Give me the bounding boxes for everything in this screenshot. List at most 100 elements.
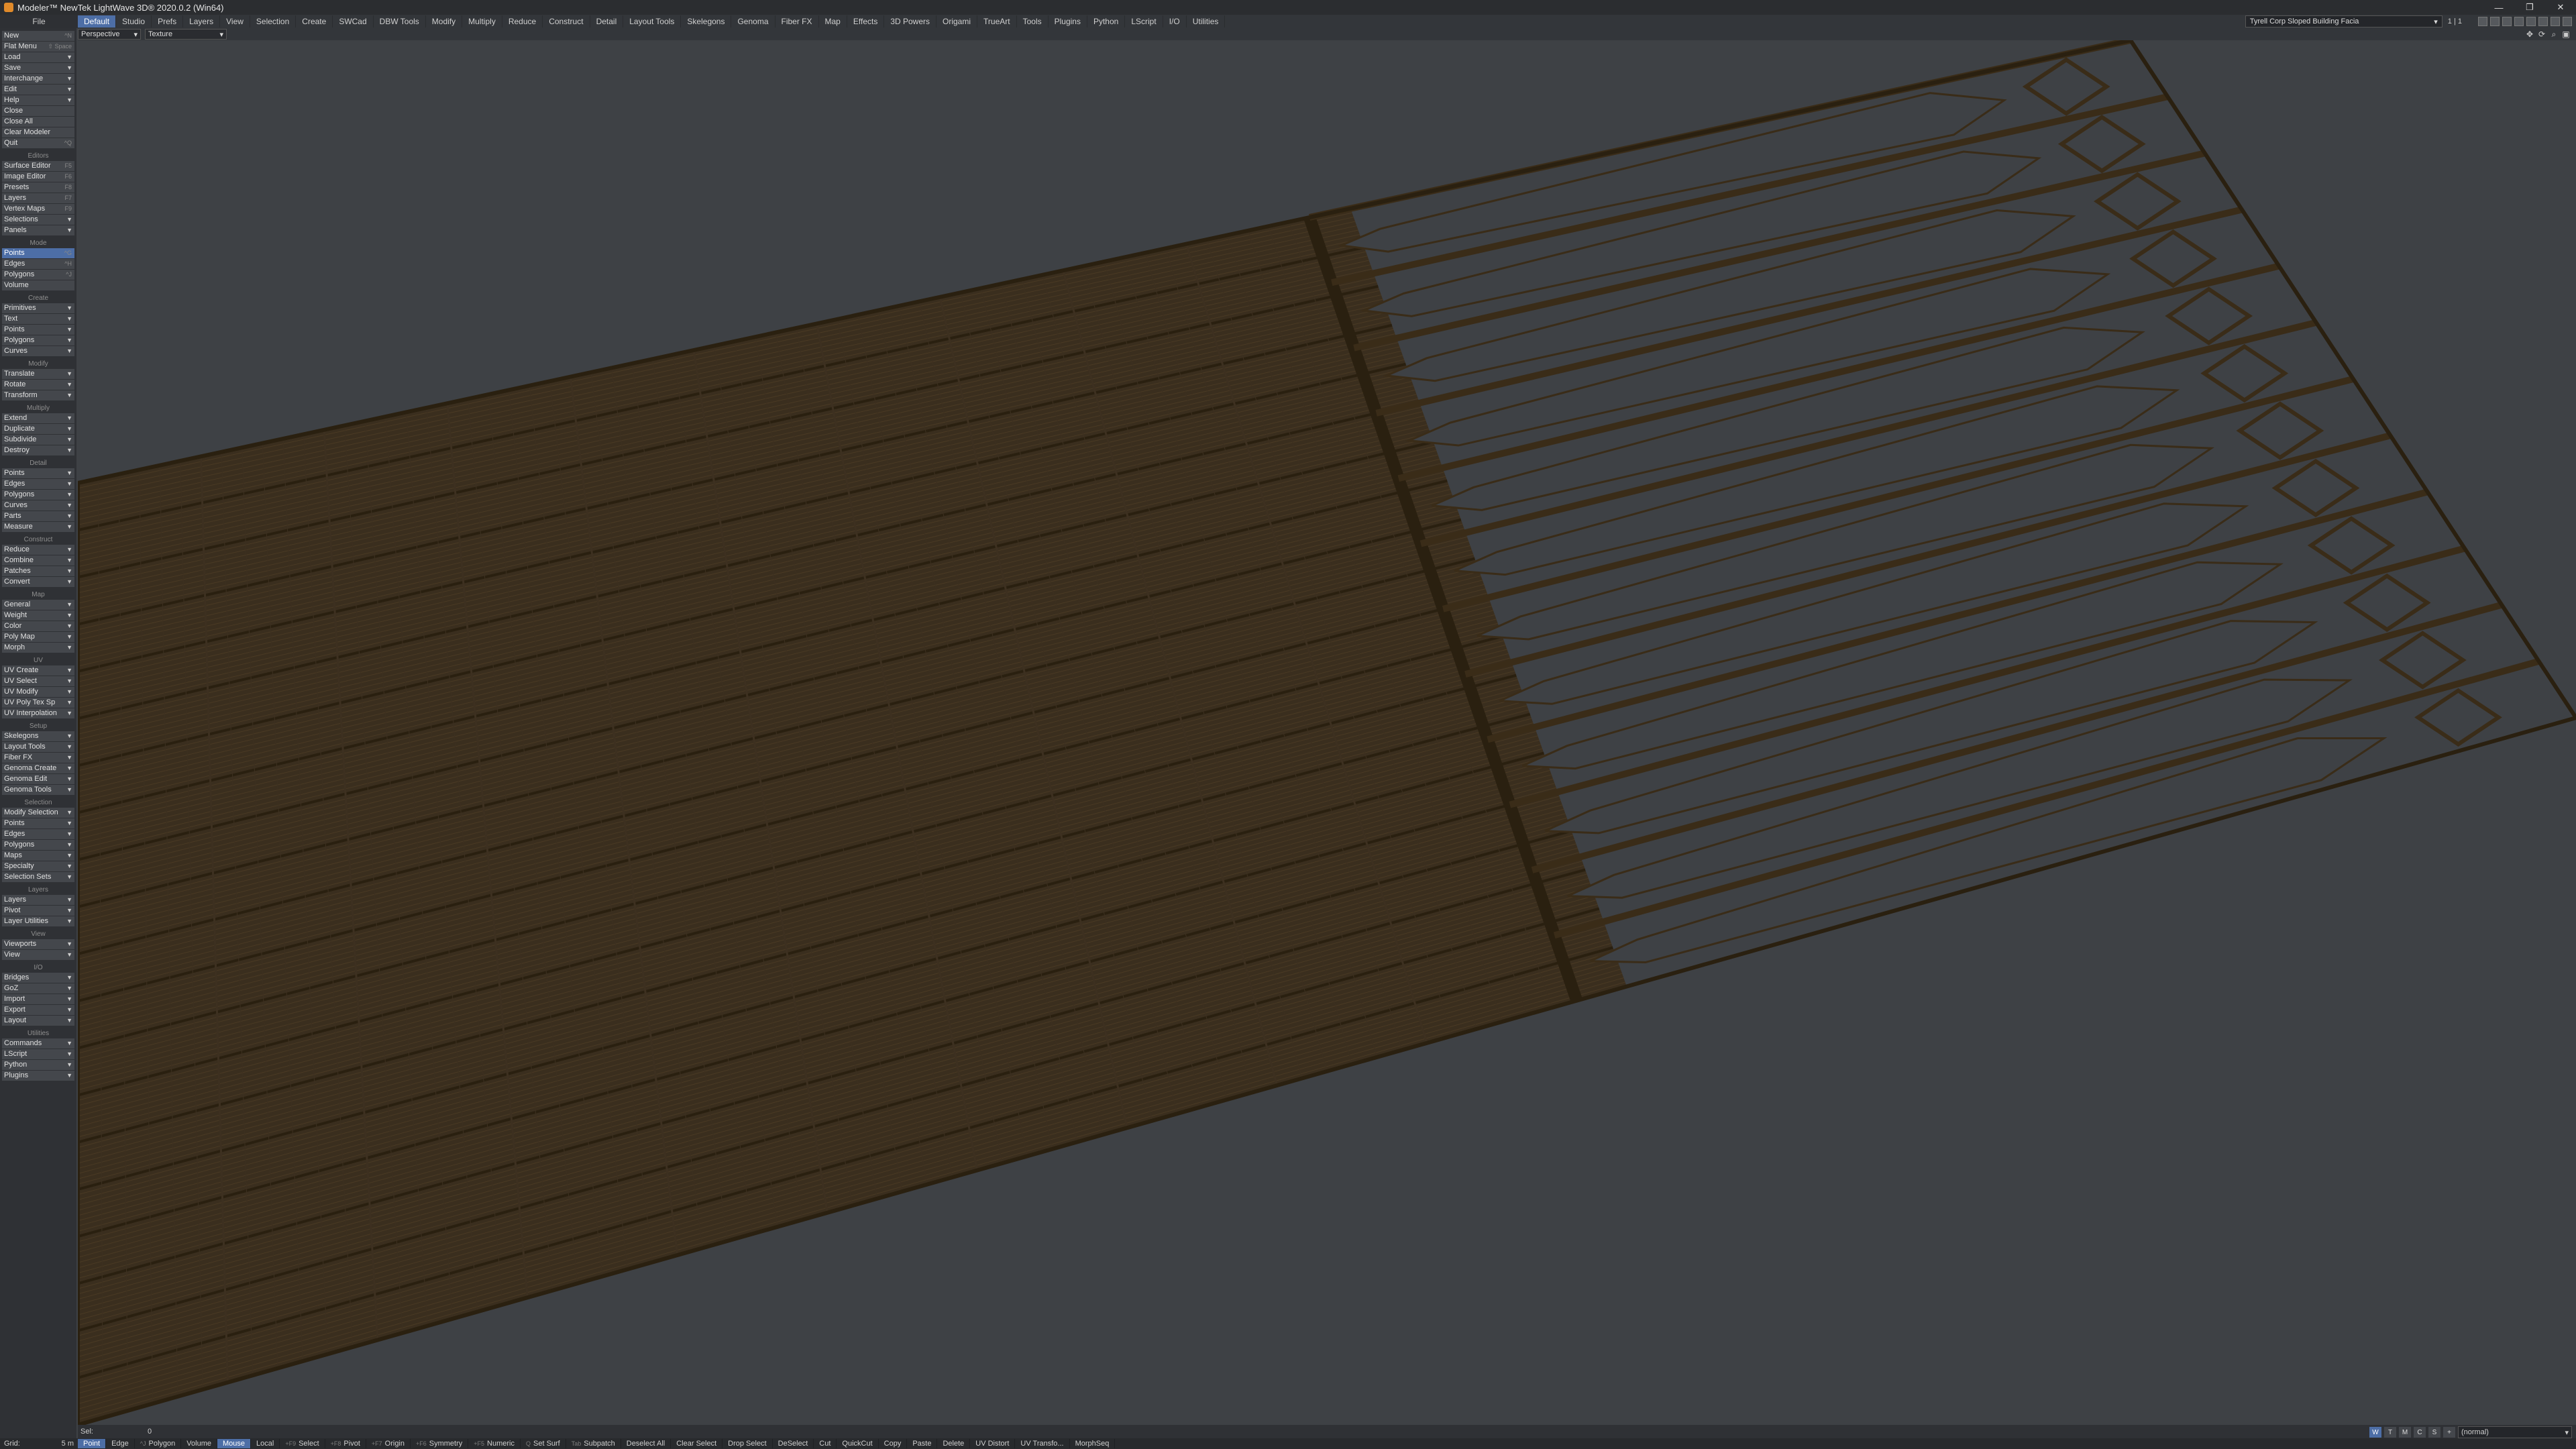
toolbar-item-layout-tools[interactable]: Layout Tools ▼	[2, 742, 74, 752]
tab-trueart[interactable]: TrueArt	[977, 15, 1017, 28]
toolbar-item-genoma-tools[interactable]: Genoma Tools ▼	[2, 785, 74, 795]
toolbar-item-points[interactable]: Points ▼	[2, 325, 74, 335]
tab-tools[interactable]: Tools	[1017, 15, 1049, 28]
deselect-button[interactable]: DeSelect	[773, 1439, 814, 1448]
tab-python[interactable]: Python	[1087, 15, 1126, 28]
toolbar-item-curves[interactable]: Curves ▼	[2, 500, 74, 511]
subpatch-button[interactable]: Tab Subpatch	[566, 1439, 621, 1448]
toolbar-item-edges[interactable]: Edges ^H	[2, 259, 74, 269]
texture-toggle[interactable]: T	[2384, 1427, 2396, 1438]
tab-plugins[interactable]: Plugins	[1049, 15, 1087, 28]
toolbar-item-polygons[interactable]: Polygons ▼	[2, 490, 74, 500]
toolbar-item-layers[interactable]: Layers ▼	[2, 895, 74, 905]
toolbar-item-uv-create[interactable]: UV Create ▼	[2, 665, 74, 676]
toolbar-item-close[interactable]: Close	[2, 106, 74, 116]
tab-multiply[interactable]: Multiply	[462, 15, 502, 28]
local-button[interactable]: Local	[251, 1439, 280, 1448]
toolbar-item-polygons[interactable]: Polygons ^J	[2, 270, 74, 280]
toolbar-item-translate[interactable]: Translate ▼	[2, 369, 74, 379]
toolbar-item-vertex-maps[interactable]: Vertex Maps F9	[2, 204, 74, 214]
tab-selection[interactable]: Selection	[250, 15, 297, 28]
tab-layout-tools[interactable]: Layout Tools	[623, 15, 682, 28]
toolbar-item-image-editor[interactable]: Image Editor F6	[2, 172, 74, 182]
layer-box[interactable]	[2526, 17, 2536, 26]
toolbar-item-points[interactable]: Points ▼	[2, 468, 74, 478]
toolbar-item-edges[interactable]: Edges ▼	[2, 829, 74, 839]
tab-prefs[interactable]: Prefs	[152, 15, 184, 28]
mouse-button[interactable]: Mouse	[217, 1439, 252, 1448]
layer-box[interactable]	[2490, 17, 2500, 26]
toolbar-item-uv-interpolation[interactable]: UV Interpolation ▼	[2, 708, 74, 718]
delete-button[interactable]: Delete	[937, 1439, 971, 1448]
tab-default[interactable]: Default	[78, 15, 117, 28]
tab-swcad[interactable]: SWCad	[333, 15, 374, 28]
rotate-icon[interactable]: ⟳	[2537, 30, 2546, 39]
numeric-button[interactable]: +F5 Numeric	[468, 1439, 521, 1448]
tab-detail[interactable]: Detail	[590, 15, 624, 28]
select-button[interactable]: +F9 Select	[280, 1439, 325, 1448]
toolbar-item-skelegons[interactable]: Skelegons ▼	[2, 731, 74, 741]
toolbar-item-surface-editor[interactable]: Surface Editor F5	[2, 161, 74, 171]
tab-studio[interactable]: Studio	[116, 15, 152, 28]
toolbar-item-uv-modify[interactable]: UV Modify ▼	[2, 687, 74, 697]
color-toggle[interactable]: C	[2414, 1427, 2426, 1438]
toolbar-item-polygons[interactable]: Polygons ▼	[2, 335, 74, 345]
toolbar-item-selection-sets[interactable]: Selection Sets ▼	[2, 872, 74, 882]
edge-button[interactable]: Edge	[106, 1439, 135, 1448]
toolbar-item-presets[interactable]: Presets F8	[2, 182, 74, 193]
toolbar-item-rotate[interactable]: Rotate ▼	[2, 380, 74, 390]
morphseq-button[interactable]: MorphSeq	[1070, 1439, 1116, 1448]
tab-lscript[interactable]: LScript	[1125, 15, 1163, 28]
layer-box[interactable]	[2514, 17, 2524, 26]
tab-effects[interactable]: Effects	[847, 15, 885, 28]
tab-create[interactable]: Create	[296, 15, 333, 28]
tab-modify[interactable]: Modify	[426, 15, 463, 28]
drop-select-button[interactable]: Drop Select	[722, 1439, 773, 1448]
perspective-viewport[interactable]	[78, 40, 2576, 1425]
toolbar-item-close-all[interactable]: Close All	[2, 117, 74, 127]
toolbar-item-curves[interactable]: Curves ▼	[2, 346, 74, 356]
tab-utilities[interactable]: Utilities	[1187, 15, 1226, 28]
toolbar-item-text[interactable]: Text ▼	[2, 314, 74, 324]
tab-3d-powers[interactable]: 3D Powers	[884, 15, 937, 28]
toolbar-item-poly-map[interactable]: Poly Map ▼	[2, 632, 74, 642]
toolbar-item-help[interactable]: Help ▼	[2, 95, 74, 105]
polygon-button[interactable]: ^J Polygon	[135, 1439, 182, 1448]
toolbar-item-flat-menu[interactable]: Flat Menu ⇧ Space	[2, 42, 74, 52]
toolbar-item-commands[interactable]: Commands ▼	[2, 1038, 74, 1049]
toolbar-item-uv-select[interactable]: UV Select ▼	[2, 676, 74, 686]
uv-distort-button[interactable]: UV Distort	[970, 1439, 1016, 1448]
tab-origami[interactable]: Origami	[936, 15, 978, 28]
minimize-button[interactable]: —	[2483, 0, 2514, 15]
toolbar-item-uv-poly-tex-sp[interactable]: UV Poly Tex Sp ▼	[2, 698, 74, 708]
toolbar-item-layout[interactable]: Layout ▼	[2, 1016, 74, 1026]
layer-box[interactable]	[2563, 17, 2572, 26]
toolbar-item-general[interactable]: General ▼	[2, 600, 74, 610]
toolbar-item-polygons[interactable]: Polygons ▼	[2, 840, 74, 850]
close-button[interactable]: ✕	[2545, 0, 2576, 15]
toolbar-item-destroy[interactable]: Destroy ▼	[2, 445, 74, 455]
scene-dropdown[interactable]: Tyrell Corp Sloped Building Facia ▾	[2245, 15, 2443, 28]
tab-map[interactable]: Map	[819, 15, 847, 28]
toolbar-item-python[interactable]: Python ▼	[2, 1060, 74, 1070]
quickcut-button[interactable]: QuickCut	[837, 1439, 879, 1448]
tab-reduce[interactable]: Reduce	[502, 15, 543, 28]
toolbar-item-primitives[interactable]: Primitives ▼	[2, 303, 74, 313]
move-icon[interactable]: ✥	[2525, 30, 2534, 39]
toolbar-item-goz[interactable]: GoZ ▼	[2, 983, 74, 994]
maximize-icon[interactable]: ▣	[2561, 30, 2571, 39]
toolbar-item-panels[interactable]: Panels ▼	[2, 225, 74, 235]
pivot-button[interactable]: +F8 Pivot	[325, 1439, 366, 1448]
cut-button[interactable]: Cut	[814, 1439, 837, 1448]
paste-button[interactable]: Paste	[907, 1439, 938, 1448]
toolbar-item-parts[interactable]: Parts ▼	[2, 511, 74, 521]
toolbar-item-specialty[interactable]: Specialty ▼	[2, 861, 74, 871]
toolbar-item-measure[interactable]: Measure ▼	[2, 522, 74, 532]
toolbar-item-view[interactable]: View ▼	[2, 950, 74, 960]
symmetry-button[interactable]: +F6 Symmetry	[411, 1439, 469, 1448]
toolbar-item-plugins[interactable]: Plugins ▼	[2, 1071, 74, 1081]
toolbar-item-new[interactable]: New ^N	[2, 31, 74, 41]
tab-view[interactable]: View	[220, 15, 250, 28]
view-mode-dropdown[interactable]: Perspective ▾	[78, 29, 141, 40]
toolbar-item-layers[interactable]: Layers F7	[2, 193, 74, 203]
